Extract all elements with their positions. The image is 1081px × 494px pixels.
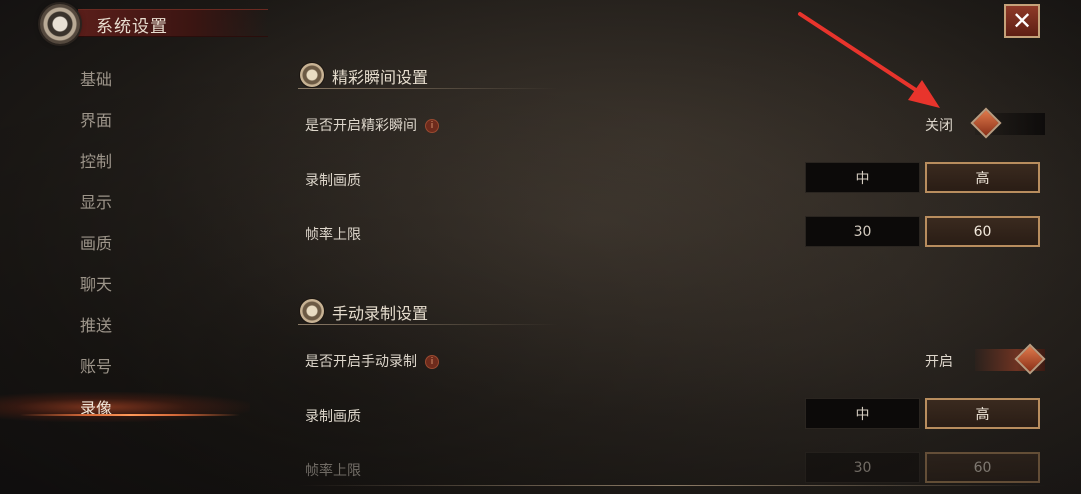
highlight-fps-60[interactable]: 60 — [925, 216, 1040, 247]
manual-toggle[interactable] — [975, 343, 1046, 375]
section-title: 手动录制设置 — [332, 304, 429, 323]
info-icon[interactable]: i — [425, 119, 439, 133]
manual-fps-label: 帧率上限 — [305, 463, 361, 479]
close-button[interactable]: ✕ — [1004, 4, 1040, 38]
manual-fps-30[interactable]: 30 — [805, 452, 920, 483]
camera-icon — [300, 299, 324, 323]
sidebar-item-interface[interactable]: 界面 — [0, 104, 250, 134]
label-text: 是否开启精彩瞬间 — [305, 118, 417, 134]
sidebar-item-label: 推送 — [80, 316, 113, 335]
highlight-quality-high[interactable]: 高 — [925, 162, 1040, 193]
toggle-knob-icon[interactable] — [970, 107, 1002, 139]
sidebar-item-label: 控制 — [80, 152, 113, 171]
sidebar-item-label: 录像 — [80, 399, 113, 418]
info-icon[interactable]: i — [425, 355, 439, 369]
sidebar-item-label: 显示 — [80, 193, 113, 212]
settings-gear-icon — [40, 4, 80, 44]
sidebar-item-control[interactable]: 控制 — [0, 145, 250, 175]
section-title: 精彩瞬间设置 — [332, 68, 429, 87]
manual-quality-high[interactable]: 高 — [925, 398, 1040, 429]
page-title: 系统设置 — [96, 17, 168, 37]
sidebar-item-chat[interactable]: 聊天 — [0, 268, 250, 298]
manual-enable-label: 是否开启手动录制 i — [305, 351, 439, 371]
sidebar-item-label: 聊天 — [80, 275, 113, 294]
sidebar-item-label: 账号 — [80, 357, 113, 376]
title-bar: 系统设置 — [38, 4, 278, 44]
bottom-divider — [298, 485, 1046, 486]
sidebar-item-recording[interactable]: 录像 — [0, 392, 250, 422]
sidebar-item-label: 基础 — [80, 70, 113, 89]
manual-toggle-state: 开启 — [925, 354, 953, 370]
highlight-toggle-state: 关闭 — [925, 118, 953, 134]
highlight-quality-medium[interactable]: 中 — [805, 162, 920, 193]
highlight-toggle[interactable] — [970, 107, 1045, 139]
highlight-fps-label: 帧率上限 — [305, 227, 361, 243]
highlight-fps-30[interactable]: 30 — [805, 216, 920, 247]
annotation-arrow-icon — [798, 12, 940, 108]
sidebar-item-quality[interactable]: 画质 — [0, 227, 250, 257]
highlight-quality-label: 录制画质 — [305, 173, 361, 189]
manual-quality-medium[interactable]: 中 — [805, 398, 920, 429]
divider — [298, 88, 558, 89]
close-icon: ✕ — [1011, 7, 1033, 35]
camera-icon — [300, 63, 324, 87]
manual-quality-label: 录制画质 — [305, 409, 361, 425]
sidebar-item-account[interactable]: 账号 — [0, 350, 250, 380]
sidebar-item-display[interactable]: 显示 — [0, 186, 250, 216]
toggle-knob-icon[interactable] — [1014, 343, 1046, 375]
section-header-manual: 手动录制设置 — [298, 296, 558, 326]
sidebar-item-label: 界面 — [80, 111, 113, 130]
sidebar-item-basic[interactable]: 基础 — [0, 63, 250, 93]
label-text: 是否开启手动录制 — [305, 354, 417, 370]
highlight-enable-label: 是否开启精彩瞬间 i — [305, 115, 439, 135]
section-header-highlight: 精彩瞬间设置 — [298, 60, 558, 90]
sidebar-item-label: 画质 — [80, 234, 113, 253]
sidebar-item-push[interactable]: 推送 — [0, 309, 250, 339]
divider — [298, 324, 558, 325]
manual-fps-60[interactable]: 60 — [925, 452, 1040, 483]
